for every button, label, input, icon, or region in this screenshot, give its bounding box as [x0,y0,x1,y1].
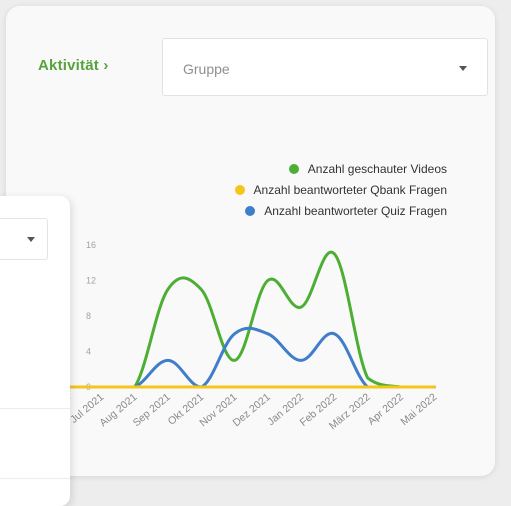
x-axis-ticks: Jun 2021Jul 2021Aug 2021Sep 2021Okt 2021… [32,391,439,432]
y-tick-label: 16 [86,240,96,250]
background-card [0,196,70,506]
background-select[interactable] [0,218,48,260]
y-tick-label: 8 [86,311,91,321]
divider [0,408,70,409]
chevron-down-icon [27,237,35,242]
series-line-videos [66,250,436,389]
series-line-quiz [66,326,436,389]
series-lines [66,250,436,389]
x-tick-label: Sep 2021 [131,391,173,429]
x-tick-label: Mai 2022 [398,391,439,428]
activity-line-chart: 0481216 Jun 2021Jul 2021Aug 2021Sep 2021… [32,240,439,432]
x-tick-label: Dez 2021 [231,391,273,429]
y-tick-label: 12 [86,276,96,286]
y-axis-ticks: 0481216 [86,240,96,392]
divider [0,478,70,479]
y-tick-label: 4 [86,347,91,357]
